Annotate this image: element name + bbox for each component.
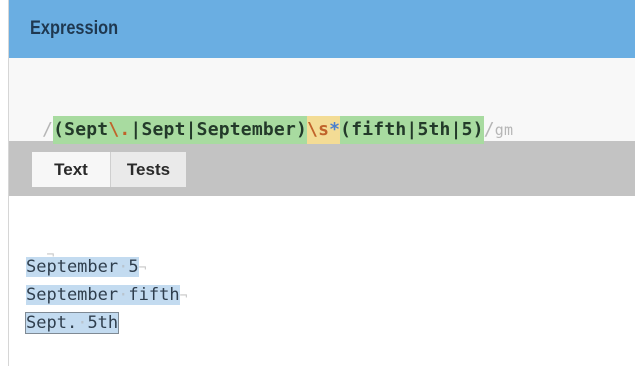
test-text-editor[interactable] — [9, 196, 635, 366]
match-word: 5th — [87, 313, 119, 333]
match-word: September — [26, 285, 119, 305]
expression-close-delimiter: / — [483, 119, 495, 140]
literal-token: 5 — [461, 116, 473, 144]
eol-marker: ¬ — [179, 289, 188, 304]
match-word: September — [26, 257, 119, 277]
eol-marker: ¬ — [138, 261, 147, 276]
regex-expression[interactable]: /(Sept\.|Sept|September)\s*(fifth|5th|5)… — [20, 88, 513, 144]
match-highlight: September·fifth — [26, 285, 180, 305]
match-word: 5 — [128, 257, 139, 277]
tab-text[interactable]: Text — [32, 152, 111, 187]
literal-token: September — [196, 116, 296, 144]
group-close-token: ) — [296, 116, 308, 144]
expression-title: Expression — [30, 18, 119, 39]
group-open-token: ( — [340, 116, 352, 144]
alternation-token: | — [130, 116, 142, 144]
match-word: Sept. — [26, 313, 78, 333]
literal-token: Sept — [64, 116, 109, 144]
selected-match-highlight: Sept.·5th — [24, 312, 120, 334]
expression-flags[interactable]: gm — [495, 116, 513, 144]
whitespace-class-token: \s — [307, 116, 330, 144]
text-line: September·5¬ — [26, 254, 146, 280]
match-word: fifth — [128, 285, 180, 305]
empty-line: ¬ — [26, 227, 54, 263]
whitespace-marker: · — [118, 285, 129, 305]
text-line: Sept.·5th — [24, 310, 120, 336]
whitespace-marker: · — [118, 257, 129, 277]
quantifier-token: * — [329, 116, 341, 144]
whitespace-marker: · — [77, 313, 88, 333]
alternation-token: | — [185, 116, 197, 144]
alternation-token: | — [450, 116, 462, 144]
tab-bar: Text Tests — [9, 141, 635, 196]
literal-token: Sept — [141, 116, 186, 144]
expression-open-delimiter: / — [42, 119, 54, 140]
literal-token: 5th — [417, 116, 451, 144]
tab-tests[interactable]: Tests — [111, 152, 186, 187]
alternation-token: | — [406, 116, 418, 144]
escaped-dot-token: \. — [108, 116, 131, 144]
literal-token: fifth — [351, 116, 407, 144]
group-open-token: ( — [53, 116, 65, 144]
text-line: September·fifth¬ — [26, 282, 187, 308]
match-highlight: September·5 — [26, 257, 139, 277]
group-close-token: ) — [472, 116, 484, 144]
expression-header: Expression — [9, 0, 635, 58]
